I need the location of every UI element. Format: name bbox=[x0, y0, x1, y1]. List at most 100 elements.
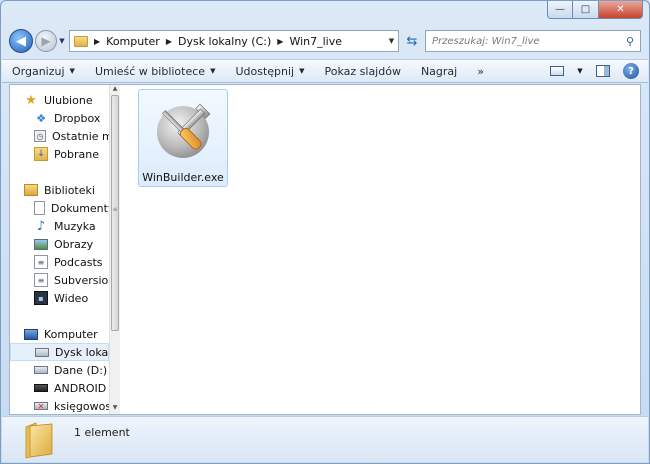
address-history-dropdown[interactable]: ▼ bbox=[384, 31, 398, 51]
burn-button[interactable]: Nagraj bbox=[411, 60, 467, 82]
winbuilder-tools-icon bbox=[148, 96, 218, 166]
refresh-button[interactable]: ⇆ bbox=[401, 30, 423, 52]
navigation-bar: ◀ ▶ ▼ ▶ Komputer ▶ Dysk lokalny (C:) ▶ W… bbox=[9, 28, 641, 54]
change-view-button[interactable] bbox=[546, 62, 568, 80]
nav-item-label: Ostatnie mi bbox=[52, 129, 109, 143]
recent-pages-dropdown[interactable]: ▼ bbox=[57, 37, 67, 45]
chevron-down-icon: ▼ bbox=[577, 67, 583, 75]
nav-item-label: Pobrane bbox=[54, 147, 99, 161]
star-icon: ★ bbox=[25, 92, 37, 108]
file-list[interactable]: WinBuilder.exe bbox=[123, 85, 640, 414]
preview-pane-icon bbox=[596, 65, 610, 77]
scroll-down-arrow-icon[interactable]: ▼ bbox=[110, 404, 120, 414]
nav-item-android[interactable]: ANDROID (I bbox=[10, 379, 109, 397]
breadcrumb-win7-live[interactable]: Win7_live bbox=[289, 35, 342, 48]
nav-computer[interactable]: Komputer bbox=[10, 325, 109, 343]
navigation-scrollbar[interactable]: ▲ ≡ ▼ bbox=[109, 85, 120, 414]
back-button[interactable]: ◀ bbox=[9, 29, 33, 53]
folder-icon bbox=[22, 421, 58, 459]
nav-item-documents[interactable]: Dokumenty bbox=[10, 199, 109, 217]
slideshow-label: Pokaz slajdów bbox=[324, 64, 401, 78]
arrow-right-icon: ▶ bbox=[41, 34, 51, 48]
minimize-button[interactable]: — bbox=[547, 1, 573, 19]
breadcrumb-separator-icon[interactable]: ▶ bbox=[94, 37, 100, 46]
nav-item-label: ANDROID (I bbox=[54, 381, 109, 395]
details-pane: 1 element bbox=[2, 416, 648, 462]
view-options-dropdown[interactable]: ▼ bbox=[574, 62, 586, 80]
file-name: WinBuilder.exe bbox=[142, 171, 224, 184]
preview-pane-button[interactable] bbox=[592, 62, 614, 80]
drive-icon bbox=[34, 366, 48, 374]
downloads-icon: ↓ bbox=[34, 147, 48, 161]
close-icon: ✕ bbox=[616, 4, 625, 15]
scroll-up-arrow-icon[interactable]: ▲ bbox=[110, 85, 120, 95]
breadcrumb-separator-icon[interactable]: ▶ bbox=[277, 37, 283, 46]
nav-computer-label: Komputer bbox=[44, 327, 98, 341]
file-item[interactable]: WinBuilder.exe bbox=[138, 89, 228, 187]
organize-menu[interactable]: Organizuj ▼ bbox=[2, 60, 85, 82]
breadcrumb-local-disk[interactable]: Dysk lokalny (C:) bbox=[178, 35, 271, 48]
dropbox-icon: ❖ bbox=[36, 111, 46, 125]
caption-buttons: — □ ✕ bbox=[547, 1, 643, 19]
nav-item-music[interactable]: ♪ Muzyka bbox=[10, 217, 109, 235]
nav-item-downloads[interactable]: ↓ Pobrane bbox=[10, 145, 109, 163]
nav-item-label: Podcasts bbox=[54, 255, 103, 269]
nav-item-podcasts[interactable]: ≡ Podcasts bbox=[10, 253, 109, 271]
nav-item-videos[interactable]: ▪ Wideo bbox=[10, 289, 109, 307]
views-icon bbox=[550, 66, 564, 76]
share-menu[interactable]: Udostępnij ▼ bbox=[225, 60, 314, 82]
removable-drive-icon bbox=[34, 384, 48, 392]
nav-item-label: Dysk lokaln bbox=[55, 345, 109, 359]
minimize-icon: — bbox=[555, 4, 565, 15]
explorer-window: — □ ✕ ◀ ▶ ▼ ▶ Komputer ▶ Dysk lokalny (C… bbox=[0, 0, 650, 464]
local-disk-icon bbox=[35, 347, 49, 357]
nav-libraries-label: Biblioteki bbox=[44, 183, 95, 197]
arrow-left-icon: ◀ bbox=[16, 33, 26, 49]
nav-item-label: Subversion bbox=[54, 273, 109, 287]
nav-item-label: księgowosc bbox=[54, 399, 109, 413]
include-in-library-menu[interactable]: Umieść w bibliotece ▼ bbox=[85, 60, 226, 82]
search-input[interactable] bbox=[432, 35, 620, 47]
chevron-down-icon: ▼ bbox=[299, 67, 305, 75]
podcasts-icon: ≡ bbox=[34, 255, 48, 269]
close-button[interactable]: ✕ bbox=[599, 1, 643, 19]
nav-favorites[interactable]: ★ Ulubione bbox=[10, 91, 109, 109]
maximize-button[interactable]: □ bbox=[573, 1, 599, 19]
nav-item-local-disk-c[interactable]: Dysk lokaln bbox=[10, 343, 109, 361]
nav-item-subversion[interactable]: ≡ Subversion bbox=[10, 271, 109, 289]
folder-graphic bbox=[25, 421, 53, 459]
more-commands-button[interactable]: » bbox=[467, 60, 494, 82]
breadcrumb-computer[interactable]: Komputer bbox=[106, 35, 160, 48]
nav-item-dropbox[interactable]: ❖ Dropbox bbox=[10, 109, 109, 127]
nav-item-pictures[interactable]: Obrazy bbox=[10, 235, 109, 253]
search-icon[interactable]: ⚲ bbox=[620, 35, 640, 48]
nav-item-label: Muzyka bbox=[54, 219, 96, 233]
help-button[interactable]: ? bbox=[620, 62, 642, 80]
content-area: ★ Ulubione ❖ Dropbox ◷ Ostatnie mi ↓ Pob… bbox=[9, 84, 641, 415]
scrollbar-thumb[interactable] bbox=[111, 95, 119, 331]
nav-item-label: Dropbox bbox=[54, 111, 101, 125]
nav-item-recent-places[interactable]: ◷ Ostatnie mi bbox=[10, 127, 109, 145]
organize-label: Organizuj bbox=[12, 64, 65, 78]
nav-item-ksiegowosc[interactable]: ✕ księgowosc bbox=[10, 397, 109, 414]
nav-favorites-label: Ulubione bbox=[44, 93, 93, 107]
forward-button[interactable]: ▶ bbox=[35, 30, 57, 52]
videos-icon: ▪ bbox=[34, 291, 48, 305]
pictures-icon bbox=[34, 238, 48, 250]
nav-libraries[interactable]: Biblioteki bbox=[10, 181, 109, 199]
computer-icon bbox=[24, 328, 38, 340]
burn-label: Nagraj bbox=[420, 64, 458, 78]
winbuilder-tools-graphic bbox=[157, 103, 211, 158]
nav-item-label: Obrazy bbox=[54, 237, 94, 251]
item-count: 1 element bbox=[74, 426, 130, 439]
search-box[interactable]: ⚲ bbox=[425, 30, 641, 52]
refresh-icon: ⇆ bbox=[406, 33, 418, 49]
subversion-icon: ≡ bbox=[34, 273, 48, 287]
slideshow-button[interactable]: Pokaz slajdów bbox=[315, 60, 411, 82]
network-drive-disconnected-icon: ✕ bbox=[34, 402, 48, 411]
music-icon: ♪ bbox=[36, 218, 46, 234]
folder-icon bbox=[74, 35, 88, 47]
address-bar[interactable]: ▶ Komputer ▶ Dysk lokalny (C:) ▶ Win7_li… bbox=[69, 30, 399, 52]
nav-item-dane-d[interactable]: Dane (D:) bbox=[10, 361, 109, 379]
breadcrumb-separator-icon[interactable]: ▶ bbox=[166, 37, 172, 46]
